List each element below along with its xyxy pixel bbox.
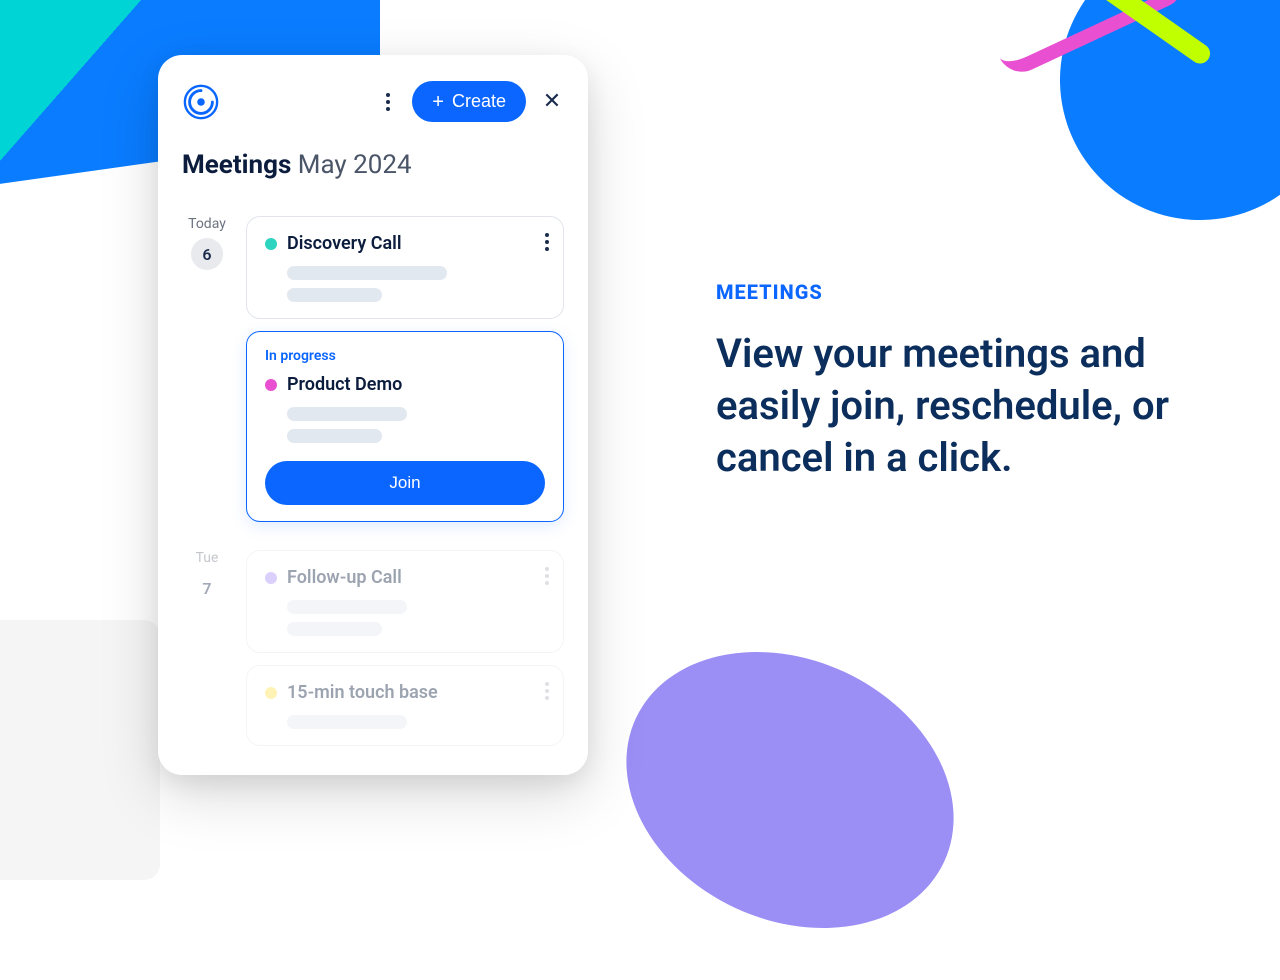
plus-icon: + [432, 92, 444, 112]
meeting-card[interactable]: Follow-up Call [246, 550, 564, 653]
day-number[interactable]: 6 [191, 238, 223, 270]
join-button[interactable]: Join [265, 461, 545, 505]
meeting-card[interactable]: 15-min touch base [246, 665, 564, 746]
create-button[interactable]: + Create [412, 81, 526, 122]
bg-decoration [0, 620, 160, 880]
day-name: Tue [182, 550, 232, 566]
panel-menu-icon[interactable] [378, 87, 398, 117]
eyebrow-label: MEETINGS [716, 280, 1176, 304]
create-button-label: Create [452, 91, 506, 112]
day-number[interactable]: 7 [191, 572, 223, 604]
app-logo-icon [182, 83, 220, 121]
day-section-upcoming: Tue 7 Follow-up Call 15-min touch b [182, 550, 564, 746]
marketing-copy: MEETINGS View your meetings and easily j… [716, 280, 1176, 484]
day-section-today: Today 6 Discovery Call In progress P [182, 216, 564, 522]
event-color-dot [265, 687, 277, 699]
panel-header: + Create ✕ [182, 81, 564, 122]
meeting-detail-placeholder [287, 407, 545, 443]
day-name: Today [182, 216, 232, 232]
meeting-card[interactable]: Discovery Call [246, 216, 564, 319]
close-icon[interactable]: ✕ [540, 90, 564, 114]
page-title: Meetings May 2024 [182, 150, 564, 180]
meetings-panel: + Create ✕ Meetings May 2024 Today 6 Dis… [158, 55, 588, 775]
card-menu-icon[interactable] [545, 233, 549, 251]
event-color-dot [265, 379, 277, 391]
meeting-detail-placeholder [287, 715, 545, 729]
card-menu-icon[interactable] [545, 567, 549, 585]
headline-text: View your meetings and easily join, resc… [716, 328, 1176, 484]
meeting-card-active[interactable]: In progress Product Demo Join [246, 331, 564, 522]
event-color-dot [265, 238, 277, 250]
bg-decoration [581, 600, 999, 979]
meeting-title: Discovery Call [287, 233, 402, 254]
meeting-status: In progress [265, 348, 545, 364]
card-menu-icon[interactable] [545, 682, 549, 700]
event-color-dot [265, 572, 277, 584]
meeting-detail-placeholder [287, 266, 545, 302]
meeting-title: Follow-up Call [287, 567, 402, 588]
meeting-title: Product Demo [287, 374, 402, 395]
meeting-detail-placeholder [287, 600, 545, 636]
meeting-title: 15-min touch base [287, 682, 438, 703]
